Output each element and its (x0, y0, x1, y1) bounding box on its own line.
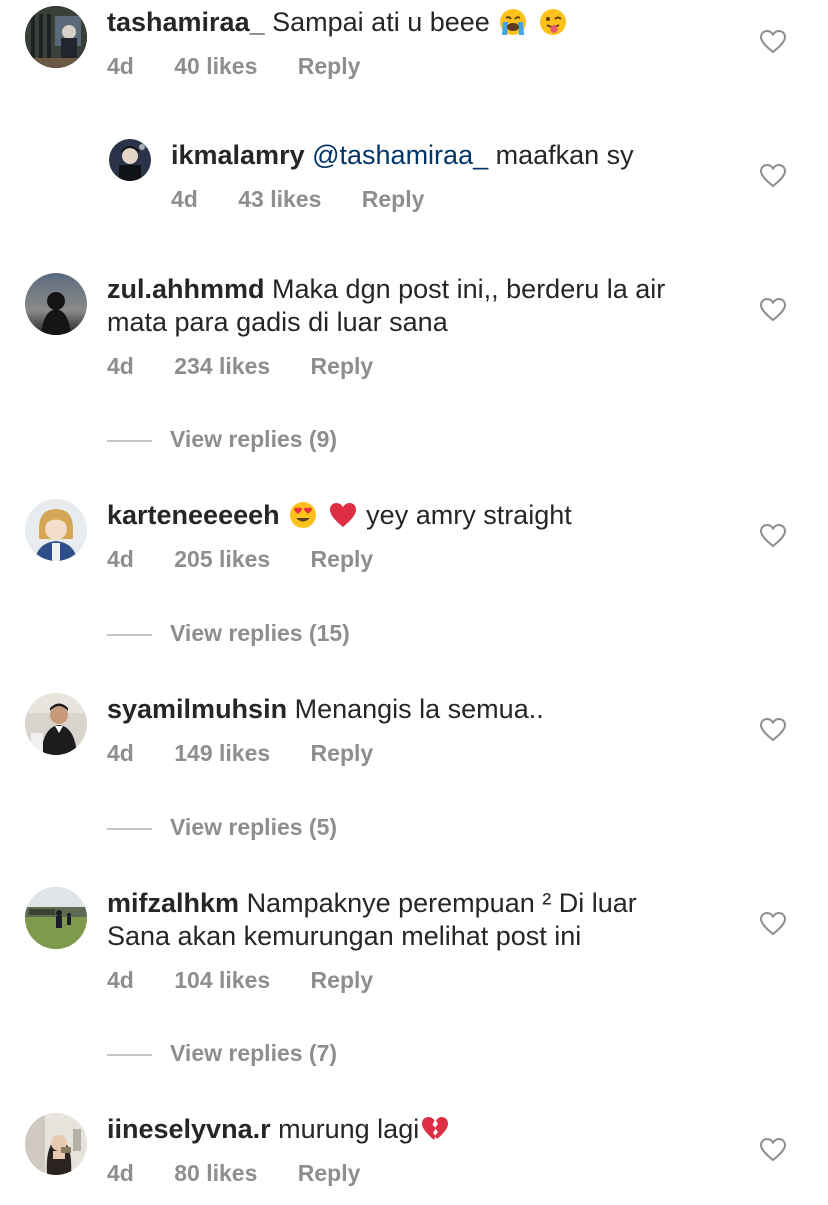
comment-age: 4d (107, 546, 134, 572)
reply-button[interactable]: Reply (311, 740, 374, 766)
divider-line (107, 1053, 152, 1056)
comment-age: 4d (107, 967, 134, 993)
username[interactable]: iineselyvna.r (107, 1114, 271, 1144)
heart-icon[interactable] (760, 30, 786, 54)
avatar[interactable] (109, 139, 151, 181)
reply-button[interactable]: Reply (311, 967, 374, 993)
winking-face-with-tongue-icon (539, 9, 566, 35)
likes-count[interactable]: 104 likes (174, 967, 270, 993)
username[interactable]: syamilmuhsin (107, 694, 287, 724)
likes-count[interactable]: 40 likes (174, 53, 257, 79)
heart-icon[interactable] (760, 912, 786, 936)
avatar[interactable] (25, 693, 87, 755)
avatar[interactable] (25, 273, 87, 335)
comment-meta: 4d 43 likes Reply (171, 186, 791, 213)
reply-button[interactable]: Reply (311, 353, 374, 379)
comment-meta: 4d 149 likes Reply (107, 740, 727, 767)
broken-heart-icon (422, 1117, 449, 1140)
mention-link[interactable]: @tashamiraa_ (312, 140, 488, 170)
username[interactable]: zul.ahhmmd (107, 274, 265, 304)
comment-text: mifzalhkm Nampaknye perempuan ² Di luar … (107, 887, 697, 953)
heart-icon[interactable] (760, 718, 786, 742)
username[interactable]: tashamiraa_ (107, 7, 265, 37)
view-replies-button[interactable]: View replies (7) (107, 1040, 337, 1067)
divider-line (107, 827, 152, 830)
comment-meta: 4d 104 likes Reply (107, 967, 697, 994)
comment-text: iineselyvna.r murung lagi (107, 1113, 727, 1146)
view-replies-button[interactable]: View replies (9) (107, 426, 337, 453)
comment-body: maafkan sy (495, 140, 634, 170)
avatar[interactable] (25, 887, 87, 949)
comment-body: yey amry straight (366, 500, 572, 530)
comment-age: 4d (107, 740, 134, 766)
heart-eyes-face-icon (290, 502, 317, 528)
heart-icon[interactable] (760, 524, 786, 548)
comment-age: 4d (107, 1160, 134, 1186)
comment-meta: 4d 205 likes Reply (107, 546, 727, 573)
view-replies-button[interactable]: View replies (15) (107, 620, 350, 647)
comment-body: murung lagi (278, 1114, 420, 1144)
heart-icon[interactable] (760, 1138, 786, 1162)
comment-text: zul.ahhmmd Maka dgn post ini,, berderu l… (107, 273, 717, 339)
likes-count[interactable]: 205 likes (174, 546, 270, 572)
likes-count[interactable]: 80 likes (174, 1160, 257, 1186)
comment-age: 4d (107, 53, 134, 79)
reply-button[interactable]: Reply (311, 546, 374, 572)
comment-text: karteneeeeeh yey amry straight (107, 499, 727, 532)
avatar[interactable] (25, 6, 87, 68)
comment-body: Menangis la semua.. (294, 694, 544, 724)
avatar[interactable] (25, 1113, 87, 1175)
comment-age: 4d (107, 353, 134, 379)
username[interactable]: ikmalamry (171, 140, 305, 170)
reply-button[interactable]: Reply (362, 186, 425, 212)
view-replies-button[interactable]: View replies (5) (107, 814, 337, 841)
divider-line (107, 633, 152, 636)
comment-age: 4d (171, 186, 198, 212)
heart-icon[interactable] (760, 298, 786, 322)
avatar[interactable] (25, 499, 87, 561)
comment-meta: 4d 80 likes Reply (107, 1160, 727, 1187)
username[interactable]: karteneeeeeh (107, 500, 280, 530)
comment-text: ikmalamry @tashamiraa_ maafkan sy (171, 139, 791, 172)
heart-icon[interactable] (760, 164, 786, 188)
comment-meta: 4d 234 likes Reply (107, 353, 717, 380)
likes-count[interactable]: 149 likes (174, 740, 270, 766)
comment-text: syamilmuhsin Menangis la semua.. (107, 693, 727, 726)
likes-count[interactable]: 234 likes (174, 353, 270, 379)
reply-button[interactable]: Reply (298, 1160, 361, 1186)
crying-face-icon (500, 9, 527, 35)
red-heart-icon (329, 503, 356, 527)
reply-button[interactable]: Reply (298, 53, 361, 79)
username[interactable]: mifzalhkm (107, 888, 239, 918)
comment-body: Sampai ati u beee (272, 7, 490, 37)
comment-meta: 4d 40 likes Reply (107, 53, 727, 80)
divider-line (107, 439, 152, 442)
likes-count[interactable]: 43 likes (238, 186, 321, 212)
comment-text: tashamiraa_ Sampai ati u beee (107, 6, 727, 39)
